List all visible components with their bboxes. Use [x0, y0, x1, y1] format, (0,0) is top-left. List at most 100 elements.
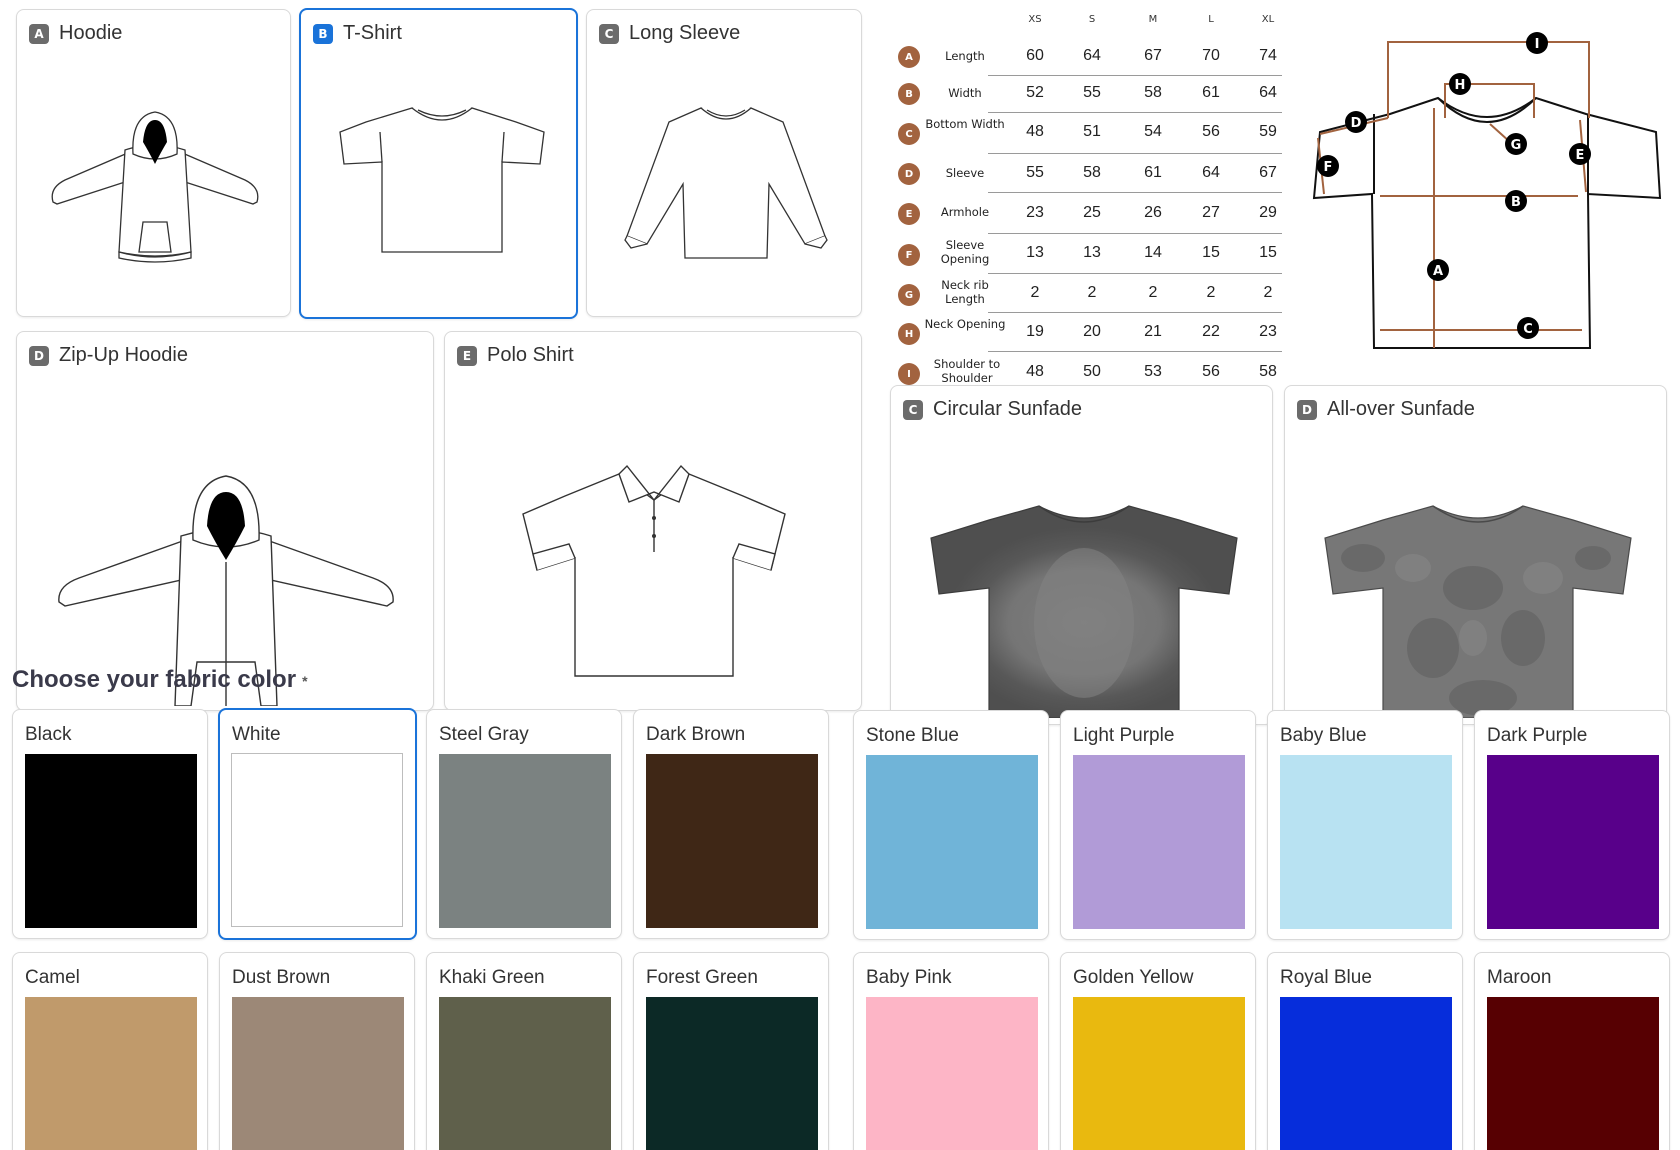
size-header-xs: XS: [1028, 14, 1042, 25]
color-swatch-maroon[interactable]: Maroon: [1474, 952, 1670, 1150]
color-name: Stone Blue: [866, 725, 959, 746]
size-row-length: A Length 60 64 67 70 74: [890, 37, 1290, 76]
style-card-long-sleeve[interactable]: C Long Sleeve: [586, 9, 862, 317]
color-swatch-camel[interactable]: Camel: [12, 952, 208, 1150]
diagram-marker-c: C: [1523, 322, 1533, 337]
dye-card-circular-sunfade[interactable]: C Circular Sunfade: [890, 385, 1273, 725]
measure-label: Neck Opening: [924, 317, 1006, 331]
color-swatch-baby-blue[interactable]: Baby Blue: [1267, 710, 1463, 940]
measure-value: 2: [1087, 284, 1097, 301]
color-chip: [1487, 755, 1659, 929]
measure-label: Shoulder to Shoulder: [933, 357, 1001, 385]
style-name: Long Sleeve: [629, 22, 741, 44]
color-name: Camel: [25, 967, 80, 988]
measure-value: 23: [1026, 204, 1044, 221]
color-swatch-forest-green[interactable]: Forest Green: [633, 952, 829, 1150]
style-card-hoodie[interactable]: A Hoodie: [16, 9, 291, 317]
measure-value: 70: [1202, 47, 1220, 64]
color-name: White: [232, 724, 281, 745]
diagram-marker-a: A: [1433, 264, 1443, 279]
size-row-width: B Width 52 55 58 61 64: [890, 75, 1290, 113]
measure-value: 61: [1144, 164, 1162, 181]
measure-value: 26: [1144, 204, 1162, 221]
diagram-marker-i: I: [1535, 37, 1540, 52]
measure-value: 56: [1202, 123, 1220, 140]
color-swatch-black[interactable]: Black: [12, 709, 208, 939]
dye-card-header: C Circular Sunfade: [903, 398, 1082, 421]
color-chip: [439, 754, 611, 928]
measure-value: 51: [1083, 123, 1101, 140]
color-name: Baby Pink: [866, 967, 952, 988]
color-swatch-khaki-green[interactable]: Khaki Green: [426, 952, 622, 1150]
measure-value: 74: [1259, 47, 1277, 64]
dye-card-all-over-sunfade[interactable]: D All-over Sunfade: [1284, 385, 1667, 725]
measure-label: Sleeve Opening: [940, 238, 990, 266]
measure-value: 15: [1259, 244, 1277, 261]
color-chip: [866, 997, 1038, 1150]
style-card-header: A Hoodie: [29, 22, 122, 45]
size-header-xl: XL: [1261, 14, 1275, 25]
color-swatch-dark-brown[interactable]: Dark Brown: [633, 709, 829, 939]
measure-value: 25: [1083, 204, 1101, 221]
measure-value: 67: [1144, 47, 1162, 64]
measure-value: 2: [1206, 284, 1216, 301]
style-letter-badge: D: [29, 345, 49, 366]
color-chip: [439, 997, 611, 1150]
measure-value: 58: [1144, 84, 1162, 101]
measure-value: 55: [1083, 84, 1101, 101]
fabric-title-text: Choose your fabric color: [12, 666, 297, 693]
polo-shirt-illustration-icon: [522, 464, 786, 677]
color-name: Dark Purple: [1487, 725, 1588, 746]
style-card-polo-shirt[interactable]: E Polo Shirt: [444, 331, 862, 711]
style-name: T-Shirt: [343, 22, 402, 44]
measure-value: 48: [1026, 363, 1044, 380]
measure-value: 64: [1083, 47, 1101, 64]
t-shirt-illustration-icon: [339, 107, 545, 253]
style-card-header: E Polo Shirt: [457, 344, 574, 367]
style-name: Zip-Up Hoodie: [59, 344, 188, 366]
measure-value: 59: [1259, 123, 1277, 140]
measure-value: 2: [1263, 284, 1273, 301]
measure-value: 20: [1083, 323, 1101, 340]
measure-value: 52: [1026, 84, 1044, 101]
dye-name: Circular Sunfade: [933, 398, 1082, 420]
measure-value: 58: [1259, 363, 1277, 380]
measure-badge: H: [898, 323, 920, 345]
measure-value: 64: [1202, 164, 1220, 181]
measure-value: 27: [1202, 204, 1220, 221]
dye-name: All-over Sunfade: [1327, 398, 1475, 420]
color-name: Dust Brown: [232, 967, 331, 988]
size-row-sleeve: D Sleeve 55 58 61 64 67: [890, 154, 1290, 193]
style-name: Hoodie: [59, 22, 123, 44]
dye-letter-badge: C: [903, 399, 923, 420]
color-swatch-baby-pink[interactable]: Baby Pink: [853, 952, 1049, 1150]
color-swatch-white[interactable]: White: [218, 708, 417, 940]
color-swatch-steel-gray[interactable]: Steel Gray: [426, 709, 622, 939]
color-swatch-light-purple[interactable]: Light Purple: [1060, 710, 1256, 940]
measure-value: 50: [1083, 363, 1101, 380]
color-chip: [1280, 997, 1452, 1150]
measure-value: 15: [1202, 244, 1220, 261]
color-swatch-golden-yellow[interactable]: Golden Yellow: [1060, 952, 1256, 1150]
color-swatch-dark-purple[interactable]: Dark Purple: [1474, 710, 1670, 940]
style-card-t-shirt[interactable]: B T-Shirt: [299, 8, 578, 319]
measure-badge: E: [898, 203, 920, 225]
color-chip: [25, 754, 197, 928]
color-swatch-royal-blue[interactable]: Royal Blue: [1267, 952, 1463, 1150]
style-letter-badge: C: [599, 23, 619, 44]
color-chip: [231, 753, 403, 927]
color-chip: [232, 997, 404, 1150]
color-swatch-stone-blue[interactable]: Stone Blue: [853, 710, 1049, 940]
style-card-zip-up-hoodie[interactable]: D Zip-Up Hoodie: [16, 331, 434, 711]
measure-value: 56: [1202, 363, 1220, 380]
measure-value: 2: [1148, 284, 1158, 301]
color-swatch-dust-brown[interactable]: Dust Brown: [219, 952, 415, 1150]
measure-value: 54: [1144, 123, 1162, 140]
color-name: Dark Brown: [646, 724, 746, 745]
color-chip: [1073, 755, 1245, 929]
measure-value: 2: [1030, 284, 1040, 301]
measure-value: 23: [1259, 323, 1277, 340]
measure-value: 29: [1259, 204, 1277, 221]
size-header-m: M: [1148, 14, 1158, 25]
diagram-marker-g: G: [1511, 138, 1522, 153]
